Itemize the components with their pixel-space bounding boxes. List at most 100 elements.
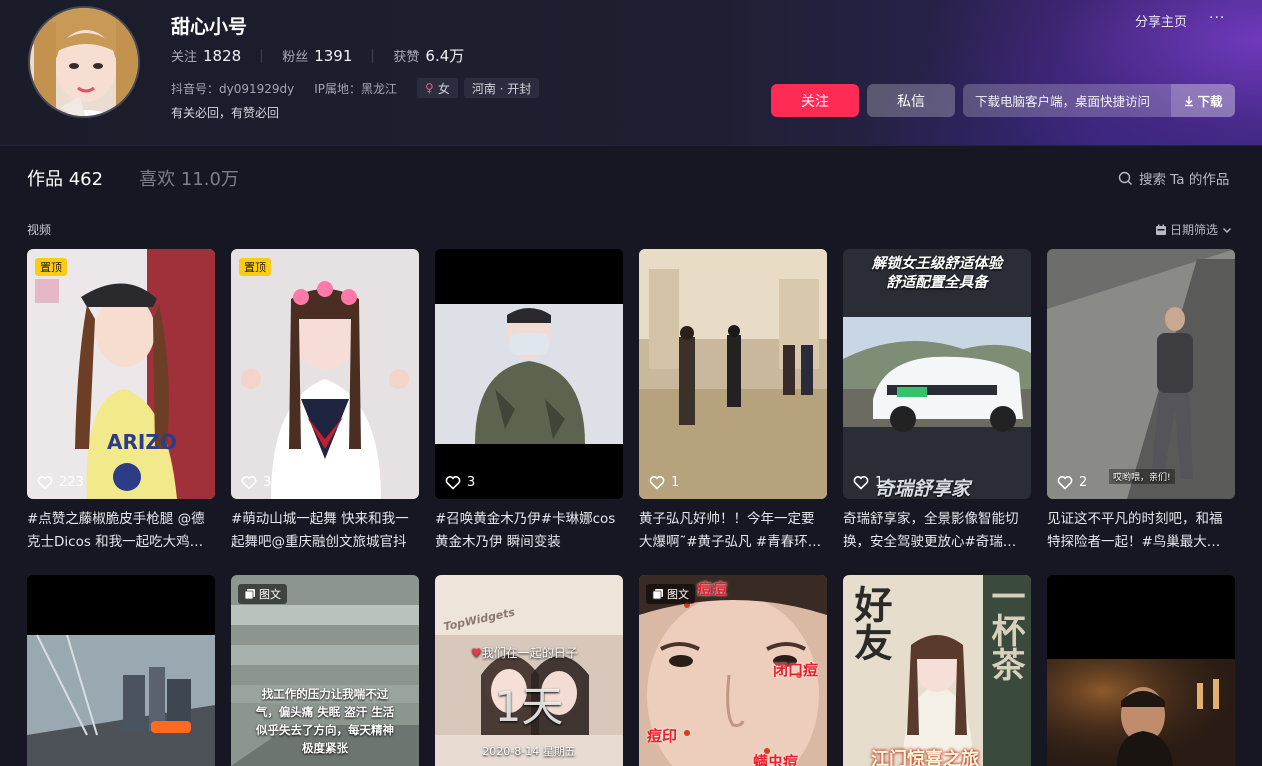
followers-count: 1391 — [314, 47, 353, 65]
like-count: 3 — [445, 475, 475, 490]
video-thumbnail[interactable] — [1047, 575, 1235, 766]
video-title[interactable]: 黄子弘凡好帅！！今年一定要大爆啊˜#黄子弘凡 #青春环… — [639, 508, 827, 554]
followers-label: 粉丝 — [282, 50, 309, 65]
image-post-badge: 图文 — [238, 584, 287, 604]
following-label: 关注 — [171, 50, 198, 65]
profile-meta: 抖音号：dy091929dy IP属地：黑龙江 ♀ 女 河南 · 开封 — [171, 78, 545, 98]
heart-icon — [853, 476, 869, 490]
pinned-badge: 置顶 — [239, 258, 271, 276]
video-card[interactable]: 解锁女王级舒适体验 舒适配置全具备 奇瑞舒享家 1 奇瑞舒享家，全景影像智能切换… — [843, 249, 1031, 554]
video-thumbnail[interactable]: 哎哟喂，亲们! 2 — [1047, 249, 1235, 499]
video-thumbnail[interactable]: 解锁女王级舒适体验 舒适配置全具备 奇瑞舒享家 1 — [843, 249, 1031, 499]
video-card[interactable] — [27, 575, 215, 766]
thumbnail-caption-line: 似乎失去了方向，每天精神 — [256, 723, 394, 737]
calendar-icon — [1156, 224, 1166, 235]
share-profile-link[interactable]: 分享主页 — [1135, 11, 1187, 30]
nickname: 甜心小号 — [171, 16, 248, 38]
video-title[interactable]: 奇瑞舒享家，全景影像智能切换，安全驾驶更放心#奇瑞… — [843, 508, 1031, 554]
video-card[interactable]: 1 黄子弘凡好帅！！今年一定要大爆啊˜#黄子弘凡 #青春环… — [639, 249, 827, 554]
thumbnail-day-count: 1天 — [494, 682, 564, 731]
avatar[interactable] — [28, 6, 140, 118]
following-count: 1828 — [203, 47, 242, 65]
download-label: 下载 — [1197, 94, 1223, 109]
like-count-value: 2 — [1079, 475, 1088, 490]
video-thumbnail[interactable]: 图文 找工作的压力让我喘不过 气，偏头痛 失眠 盗汗 生活 似乎失去了方向，每天… — [231, 575, 419, 766]
video-card[interactable] — [1047, 575, 1235, 766]
search-works-button[interactable]: 搜索 Ta 的作品 — [1118, 168, 1229, 188]
stat-divider — [261, 48, 263, 63]
follow-button[interactable]: 关注 — [771, 84, 859, 117]
video-thumbnail[interactable]: TopWidgets ♥我们在一起的日子 1天 2020-8-14 星期五 — [435, 575, 623, 766]
thumbnail-image — [1047, 249, 1235, 499]
heart-icon — [37, 476, 53, 490]
video-thumbnail[interactable]: 3 — [435, 249, 623, 499]
thumbnail-date: 2020-8-14 星期五 — [482, 745, 576, 758]
following-stat[interactable]: 关注 1828 — [171, 46, 241, 65]
like-count-value: 1 — [875, 475, 884, 490]
thumbnail-headline: 好友 — [848, 585, 892, 661]
tab-likes-label: 喜欢 — [139, 169, 176, 190]
video-thumbnail[interactable] — [27, 575, 215, 766]
thumbnail-bottom-title: 江门惊喜之旅 — [871, 749, 979, 766]
image-stack-icon — [652, 589, 663, 600]
thumbnail-brand-text: 奇瑞舒享家 — [875, 478, 971, 499]
download-icon — [1185, 95, 1194, 106]
image-post-card[interactable]: 图文 痘痘 闭口痘 痘印 螨虫痘 — [639, 575, 827, 766]
message-button[interactable]: 私信 — [867, 84, 955, 117]
tab-likes-count: 11.0万 — [180, 169, 239, 190]
thumbnail-image — [435, 575, 623, 766]
chevron-down-icon — [1223, 227, 1232, 233]
like-count: 1 — [649, 475, 679, 490]
thumbnail-annotation: 痘痘 — [697, 580, 728, 598]
more-options-button[interactable]: ··· — [1209, 10, 1225, 26]
image-post-card[interactable]: 图文 找工作的压力让我喘不过 气，偏头痛 失眠 盗汗 生活 似乎失去了方向，每天… — [231, 575, 419, 766]
thumbnail-image — [1047, 575, 1235, 766]
thumbnail-caption-line: 气，偏头痛 失眠 盗汗 生活 — [255, 705, 395, 719]
video-card[interactable]: ARIZO 置顶 223 #点赞之藤椒脆皮手枪腿 @德克士Dicos 和我一起吃… — [27, 249, 215, 554]
profile-stats: 关注 1828 粉丝 1391 获赞 6.4万 — [171, 45, 464, 66]
thumbnail-headline: ♥我们在一起的日子 — [471, 644, 578, 661]
video-thumbnail[interactable]: 图文 痘痘 闭口痘 痘印 螨虫痘 — [639, 575, 827, 766]
video-thumbnail[interactable]: 1 — [639, 249, 827, 499]
thumbnail-annotation: 闭口痘 — [773, 661, 819, 679]
download-button[interactable]: 下载 — [1171, 84, 1235, 117]
thumbnail-image — [231, 249, 419, 499]
like-count: 2 — [1057, 475, 1087, 490]
video-title[interactable]: #点赞之藤椒脆皮手枪腿 @德克士Dicos 和我一起吃大鸡… — [27, 508, 215, 554]
thumbnail-caption-line: 找工作的压力让我喘不过 — [261, 687, 389, 701]
video-card[interactable]: 置顶 311 #萌动山城一起舞 快来和我一起舞吧@重庆融创文旅城官抖 — [231, 249, 419, 554]
video-card[interactable]: 哎哟喂，亲们! 2 见证这不平凡的时刻吧，和福特探险者一起！#鸟巢最大… — [1047, 249, 1235, 554]
video-title[interactable]: 见证这不平凡的时刻吧，和福特探险者一起！#鸟巢最大… — [1047, 508, 1235, 554]
thumbnail-subheadline: 一杯茶 — [985, 579, 1025, 681]
tab-works[interactable]: 作品 462 — [27, 165, 103, 191]
video-thumbnail[interactable]: 置顶 311 — [231, 249, 419, 499]
douyin-id: 抖音号：dy091929dy — [171, 81, 295, 96]
video-title[interactable]: #召唤黄金木乃伊#卡琳娜cos 黄金木乃伊 瞬间变装 — [435, 508, 623, 554]
gender-tag: ♀ 女 — [417, 78, 458, 98]
avatar-image — [30, 8, 138, 116]
video-card[interactable]: 好友 一杯茶 江门惊喜之旅 — [843, 575, 1031, 766]
like-count-value: 223 — [59, 475, 84, 490]
profile-header: 甜心小号 关注 1828 粉丝 1391 获赞 6.4万 抖音号：dy09192… — [0, 0, 1262, 146]
like-count-value: 1 — [671, 475, 680, 490]
video-thumbnail[interactable]: 好友 一杯茶 江门惊喜之旅 — [843, 575, 1031, 766]
image-post-label: 图文 — [667, 588, 689, 601]
thumbnail-image — [639, 249, 827, 499]
tab-likes[interactable]: 喜欢 11.0万 — [139, 165, 239, 191]
date-filter-dropdown[interactable]: 日期筛选 — [1155, 221, 1232, 238]
pinned-badge: 置顶 — [35, 258, 67, 276]
image-stack-icon — [244, 589, 255, 600]
search-icon — [1118, 171, 1132, 185]
ip-location: IP属地：黑龙江 — [314, 81, 398, 96]
followers-stat[interactable]: 粉丝 1391 — [282, 46, 352, 65]
likes-received-stat: 获赞 6.4万 — [393, 45, 464, 66]
location-tag: 河南 · 开封 — [463, 78, 540, 98]
video-card[interactable]: 3 #召唤黄金木乃伊#卡琳娜cos 黄金木乃伊 瞬间变装 — [435, 249, 623, 554]
heart-icon — [241, 476, 257, 490]
thumbnail-image: ARIZO — [27, 249, 215, 499]
date-filter-label: 日期筛选 — [1170, 223, 1219, 237]
search-works-label: 搜索 Ta 的作品 — [1139, 172, 1230, 188]
video-card[interactable]: TopWidgets ♥我们在一起的日子 1天 2020-8-14 星期五 — [435, 575, 623, 766]
video-title[interactable]: #萌动山城一起舞 快来和我一起舞吧@重庆融创文旅城官抖 — [231, 508, 419, 554]
video-thumbnail[interactable]: ARIZO 置顶 223 — [27, 249, 215, 499]
